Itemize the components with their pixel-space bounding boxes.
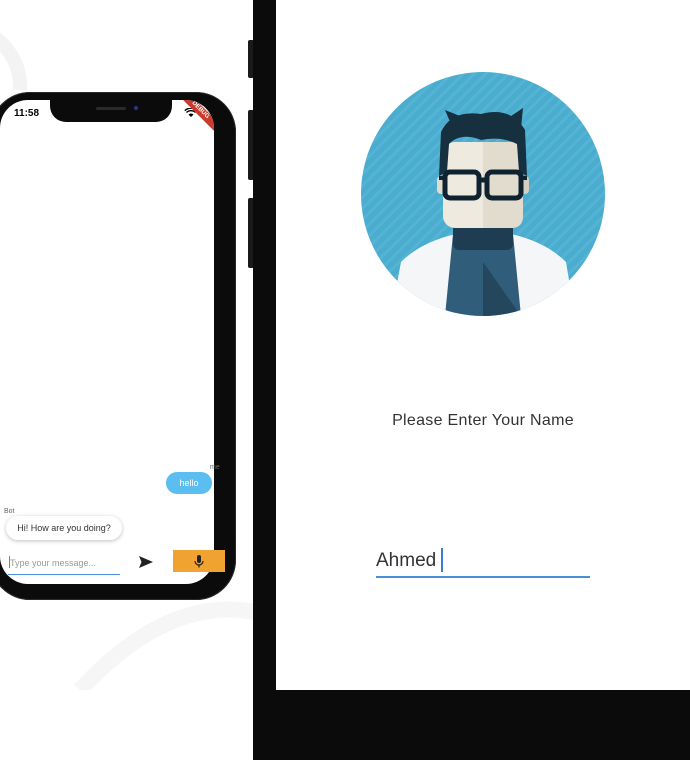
- chat-screen: 11:58 DEBUG: [0, 100, 214, 584]
- name-input[interactable]: [376, 546, 590, 578]
- text-caret: [441, 548, 443, 572]
- name-prompt: Please Enter Your Name: [392, 412, 574, 429]
- avatar: [361, 72, 605, 316]
- status-time: 11:58: [14, 108, 40, 119]
- message-sender-label: me: [210, 464, 220, 471]
- user-message-bubble: hello: [166, 472, 212, 494]
- name-entry-screen: Please Enter Your Name: [276, 0, 690, 690]
- message-sender-label: Bot: [4, 508, 15, 515]
- front-camera: [134, 106, 138, 110]
- mic-button[interactable]: [173, 550, 225, 572]
- phone-notch: [50, 100, 172, 122]
- speaker-grille: [96, 107, 126, 110]
- text-caret: [9, 556, 10, 568]
- message-input[interactable]: [8, 552, 120, 575]
- bot-message-bubble: Hi! How are you doing?: [6, 516, 122, 540]
- send-icon[interactable]: [138, 554, 154, 570]
- mic-icon: [194, 554, 204, 567]
